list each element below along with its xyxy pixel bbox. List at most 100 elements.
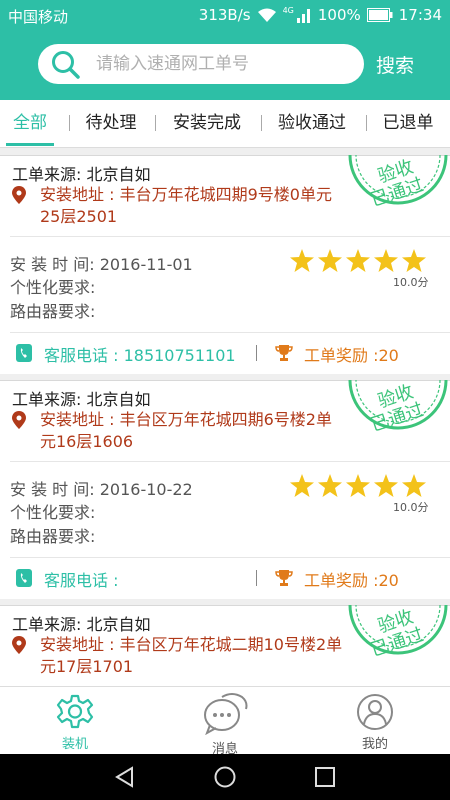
footer-separator (256, 570, 257, 586)
search-input[interactable] (96, 44, 351, 84)
reward-value: 20 (378, 346, 399, 365)
router-label: 路由器要求: (10, 527, 96, 546)
phone-value: 18510751101 (123, 346, 236, 365)
battery-percent: 100% (317, 6, 361, 24)
router-label: 路由器要求: (10, 302, 96, 321)
tab-returned[interactable]: 已退单 (374, 100, 442, 146)
source-label: 工单来源 (12, 615, 77, 634)
search-field[interactable] (38, 44, 364, 84)
source-value: 北京自如 (86, 615, 151, 634)
order-card[interactable]: 验收 已通过 工单来源: 北京自如 安装地址 : 丰台区万年花城四期6号楼2单元… (0, 380, 450, 599)
address-label: 安装地址 (40, 410, 105, 429)
order-list[interactable]: 验收 已通过 工单来源: 北京自如 安装地址 : 丰台万年花城四期9号楼0单元2… (0, 148, 450, 686)
star-icon (346, 474, 370, 497)
user-icon (357, 694, 393, 730)
app-header: 中国移动 313B/s 4G 100% 17:34 搜索 (0, 0, 450, 100)
reward-label: 工单奖励 (304, 571, 369, 590)
home-icon[interactable] (214, 766, 236, 788)
accepted-stamp: 验收 已通过 (348, 605, 448, 665)
rating-score: 10.0分 (393, 501, 429, 514)
accepted-stamp: 验收 已通过 (348, 380, 448, 440)
order-source: 工单来源: 北京自如 (12, 390, 151, 409)
install-time: 安 装 时 间: 2016-10-22 (10, 476, 193, 500)
order-card[interactable]: 验收 已通过 工单来源: 北京自如 安装地址 : 丰台万年花城四期9号楼0单元2… (0, 155, 450, 374)
star-icon (290, 249, 314, 272)
phone-icon (16, 569, 32, 587)
search-button[interactable]: 搜索 (376, 51, 414, 78)
active-tab-indicator (6, 143, 54, 146)
clock: 17:34 (398, 6, 442, 24)
divider (10, 461, 450, 462)
system-navigation-bar (0, 754, 450, 800)
recents-icon[interactable] (314, 766, 336, 788)
source-label: 工单来源 (12, 390, 77, 409)
location-pin-icon (12, 411, 26, 429)
rating-stars (290, 474, 426, 497)
install-time-value: 2016-10-22 (99, 480, 193, 499)
tab-separator (155, 115, 156, 131)
star-icon (374, 474, 398, 497)
order-reward: 工单奖励 :20 (304, 571, 399, 590)
gear-icon (56, 694, 94, 729)
install-time-label: 安 装 时 间: (10, 255, 95, 274)
service-phone[interactable]: 客服电话 : (44, 567, 119, 591)
order-reward: 工单奖励 :20 (304, 346, 399, 365)
address-label: 安装地址 (40, 185, 105, 204)
chat-icon (204, 693, 248, 735)
carrier-label: 中国移动 (8, 8, 69, 26)
install-time: 安 装 时 间: 2016-11-01 (10, 251, 193, 275)
order-address: 安装地址 : 丰台万年花城四期9号楼0单元25层2501 (12, 184, 347, 228)
service-phone[interactable]: 客服电话 : 18510751101 (44, 342, 236, 366)
nav-mine-label: 我的 (361, 737, 388, 752)
install-time-label: 安 装 时 间: (10, 480, 95, 499)
personal-label: 个性化要求: (10, 278, 96, 297)
tab-pending[interactable]: 待处理 (78, 100, 144, 146)
phone-icon (16, 344, 32, 362)
rating-stars (290, 249, 426, 272)
source-value: 北京自如 (86, 165, 151, 184)
order-source: 工单来源: 北京自如 (12, 165, 151, 184)
order-address: 安装地址 : 丰台区万年花城四期6号楼2单元16层1606 (12, 409, 347, 453)
location-pin-icon (12, 636, 26, 654)
star-icon (318, 249, 342, 272)
status-tabs: 全部 待处理 安装完成 验收通过 已退单 (0, 100, 450, 148)
signal-icon (296, 9, 310, 23)
divider (10, 236, 450, 237)
footer-separator (256, 345, 257, 361)
tab-separator (366, 115, 367, 131)
personal-requirement: 个性化要求: (10, 499, 95, 523)
rating-score: 10.0分 (393, 276, 429, 289)
star-icon (290, 474, 314, 497)
phone-label: 客服电话 (44, 571, 109, 590)
order-source: 工单来源: 北京自如 (12, 615, 151, 634)
nav-install-label: 装机 (61, 737, 88, 752)
router-requirement: 路由器要求: (10, 298, 95, 322)
tab-installed[interactable]: 安装完成 (165, 100, 249, 146)
reward-label: 工单奖励 (304, 346, 369, 365)
order-card[interactable]: 验收 已通过 工单来源: 北京自如 安装地址 : 丰台区万年花城二期10号楼2单… (0, 605, 450, 686)
star-icon (318, 474, 342, 497)
divider (10, 557, 450, 558)
order-footer: 客服电话 : 18510751101 工单奖励 :20 (0, 342, 450, 368)
divider (10, 332, 450, 333)
nav-install[interactable]: 装机 (30, 687, 120, 755)
nav-messages[interactable]: 消息 (180, 687, 270, 757)
order-address: 安装地址 : 丰台区万年花城二期10号楼2单元17层1701 (12, 634, 347, 678)
personal-requirement: 个性化要求: (10, 274, 95, 298)
tab-separator (261, 115, 262, 131)
network-speed: 313B/s (198, 6, 251, 24)
source-label: 工单来源 (12, 165, 77, 184)
network-type: 4G (282, 6, 294, 15)
search-bar: 搜索 (0, 44, 450, 86)
star-icon (402, 474, 426, 497)
tab-accepted[interactable]: 验收通过 (270, 100, 354, 146)
nav-mine[interactable]: 我的 (330, 687, 420, 755)
star-icon (402, 249, 426, 272)
address-label: 安装地址 (40, 635, 105, 654)
tab-all[interactable]: 全部 (4, 100, 56, 146)
trophy-icon (275, 345, 293, 361)
personal-label: 个性化要求: (10, 503, 96, 522)
search-icon (52, 51, 80, 79)
back-icon[interactable] (114, 766, 136, 788)
install-time-value: 2016-11-01 (99, 255, 193, 274)
